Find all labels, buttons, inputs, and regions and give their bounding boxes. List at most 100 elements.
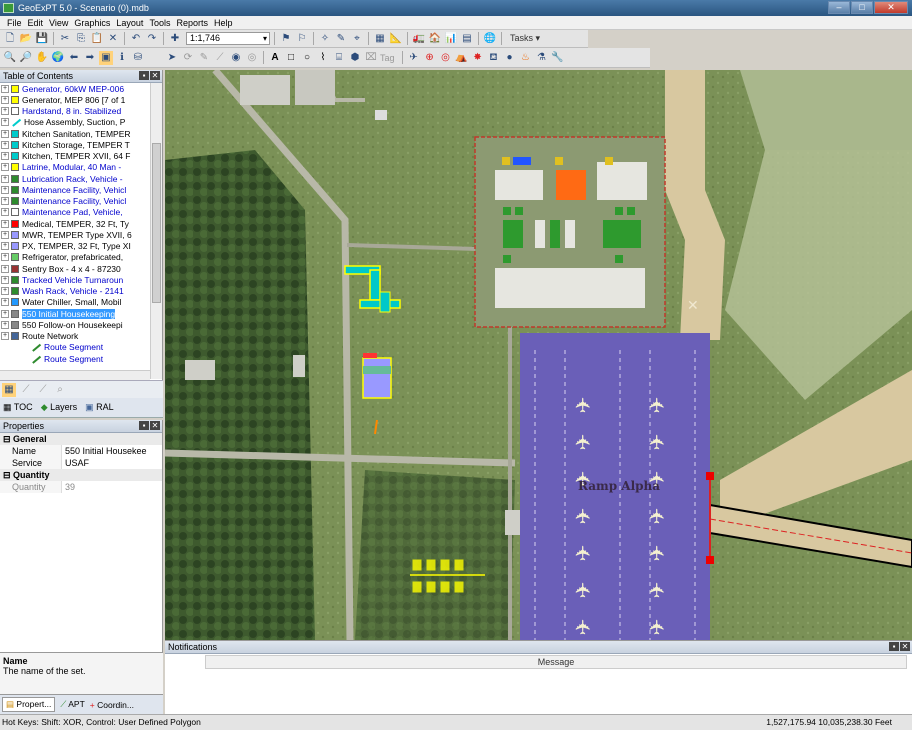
target-icon[interactable]: ◎ <box>439 51 453 65</box>
toc-item[interactable]: + Wash Rack, Vehicle - 2141 <box>0 286 150 297</box>
property-value[interactable]: USAF <box>62 457 162 469</box>
tab-properties[interactable]: ▤ Propert... <box>2 697 56 712</box>
expand-icon[interactable] <box>21 354 29 363</box>
toc-item[interactable]: + Maintenance Facility, Vehicl <box>0 196 150 207</box>
water-chiller[interactable] <box>513 157 531 165</box>
layer-tool-icon[interactable]: ⚑ <box>279 32 293 46</box>
expand-icon[interactable]: + <box>1 174 9 183</box>
facility[interactable] <box>565 220 575 248</box>
save-icon[interactable]: 💾 <box>35 32 49 46</box>
close-panel-icon[interactable]: ✕ <box>150 421 160 430</box>
facility[interactable] <box>495 170 543 200</box>
select-features-icon[interactable]: ▣ <box>99 50 113 65</box>
aircraft-icon[interactable]: ✈ <box>573 397 595 414</box>
aircraft-icon[interactable]: ✈ <box>647 434 669 451</box>
facility-hardstand[interactable] <box>495 268 645 308</box>
toc-item[interactable]: +550 Initial Housekeeping <box>0 308 150 319</box>
selection-handle[interactable] <box>706 472 714 480</box>
toc-item[interactable]: + Hose Assembly, Suction, P <box>0 117 150 128</box>
aircraft-icon[interactable]: ✈ <box>647 582 669 599</box>
airplane-icon[interactable]: ✈ <box>407 51 421 65</box>
fire-icon[interactable]: ♨ <box>519 51 533 65</box>
toc-item[interactable]: + Hardstand, 8 in. Stabilized <box>0 106 150 117</box>
expand-icon[interactable]: + <box>1 197 9 206</box>
bucket-icon[interactable]: ⛾ <box>487 51 501 65</box>
find-icon[interactable]: ⛁ <box>131 51 145 65</box>
expand-icon[interactable]: + <box>1 152 9 161</box>
close-panel-icon[interactable]: ✕ <box>150 71 160 80</box>
property-value[interactable]: 550 Initial Housekee <box>62 445 162 457</box>
tab-toc[interactable]: ▦ TOC <box>3 402 33 413</box>
undo-icon[interactable]: ↶ <box>129 32 143 46</box>
expand-icon[interactable]: + <box>1 253 9 262</box>
message-column-header[interactable]: Message <box>205 655 907 669</box>
mwr-px[interactable] <box>362 357 392 399</box>
toc-item[interactable]: + Route Network <box>0 331 150 342</box>
list-by-selection-icon[interactable]: ⌕ <box>53 383 67 397</box>
toc-item[interactable]: + Lubrication Rack, Vehicle - <box>0 173 150 184</box>
toc-item[interactable]: + Refrigerator, prefabricated, <box>0 252 150 263</box>
paste-icon[interactable]: 📋 <box>90 32 104 46</box>
line-tool-icon[interactable]: ⟋ <box>213 51 227 65</box>
table-icon[interactable]: ▤ <box>460 32 474 46</box>
stamp-icon[interactable]: ⬢ <box>348 51 362 65</box>
toc-horizontal-scrollbar[interactable] <box>0 370 150 380</box>
generator[interactable] <box>605 157 613 165</box>
toc-item[interactable]: Route Segment <box>0 342 150 353</box>
expand-icon[interactable] <box>21 343 29 352</box>
pin-icon[interactable]: ▪ <box>139 421 149 430</box>
rectangle-tool-icon[interactable]: □ <box>284 51 298 65</box>
report-icon[interactable]: 📊 <box>444 32 458 46</box>
spray-icon[interactable]: ⚗ <box>535 51 549 65</box>
redo-icon[interactable]: ↷ <box>145 32 159 46</box>
expand-icon[interactable]: + <box>1 95 9 104</box>
rotate-icon[interactable]: ⟳ <box>181 51 195 65</box>
new-file-icon[interactable]: 🗋 <box>3 32 17 46</box>
map-canvas[interactable]: ✕ ✈ ✈✈ ✈✈ ✈✈ ✈✈ ✈✈ ✈✈ ✈ Ramp Alpha <box>165 70 912 640</box>
menu-file[interactable]: File <box>4 18 25 28</box>
maximize-button[interactable]: □ <box>851 1 873 14</box>
facility-medical[interactable] <box>556 170 586 200</box>
cut-icon[interactable]: ✂ <box>58 32 72 46</box>
aircraft-icon[interactable]: ✈ <box>647 397 669 414</box>
aircraft-icon[interactable]: ✈ <box>573 619 595 636</box>
chart-icon[interactable]: ▦ <box>373 32 387 46</box>
aircraft-icon[interactable]: ✈ <box>647 545 669 562</box>
expand-icon[interactable]: + <box>1 320 9 329</box>
toc-item[interactable]: +550 Follow-on Housekeepi <box>0 319 150 330</box>
menu-tools[interactable]: Tools <box>146 18 173 28</box>
menu-layout[interactable]: Layout <box>113 18 146 28</box>
pin-icon[interactable]: ▪ <box>889 642 899 651</box>
toc-vertical-scrollbar[interactable] <box>150 83 162 379</box>
expand-icon[interactable]: + <box>1 84 9 93</box>
bomb-icon[interactable]: ● <box>503 51 517 65</box>
expand-icon[interactable]: + <box>1 242 9 251</box>
toc-item[interactable]: + Water Chiller, Small, Mobil <box>0 297 150 308</box>
bridge-icon[interactable]: ⌸ <box>332 51 346 65</box>
tent[interactable] <box>503 207 511 215</box>
property-row-name[interactable]: Name 550 Initial Housekee <box>0 445 162 457</box>
property-group-quantity[interactable]: ⊟ Quantity <box>0 469 162 481</box>
expand-icon[interactable]: + <box>1 118 9 127</box>
symbol-tool-icon[interactable]: ⚐ <box>295 32 309 46</box>
open-folder-icon[interactable]: 📂 <box>19 32 33 46</box>
tasks-dropdown[interactable]: Tasks ▾ <box>506 33 544 44</box>
pan-hand-icon[interactable]: ✋ <box>35 51 49 65</box>
facility[interactable] <box>550 220 560 248</box>
aircraft-icon[interactable]: ✈ <box>647 508 669 525</box>
aircraft-icon[interactable]: ✈ <box>573 582 595 599</box>
back-arrow-icon[interactable]: ⬅ <box>67 51 81 65</box>
map-scale-combo[interactable]: 1:1,746 <box>186 32 270 45</box>
expand-icon[interactable]: + <box>1 332 9 341</box>
edit-vertices-icon[interactable]: ✧ <box>318 32 332 46</box>
menu-view[interactable]: View <box>46 18 71 28</box>
delete-icon[interactable]: ✕ <box>106 32 120 46</box>
toc-item[interactable]: + Sentry Box - 4 x 4 - 87230 <box>0 263 150 274</box>
selection-handle[interactable] <box>706 556 714 564</box>
tab-layers[interactable]: ◆ Layers <box>41 402 77 413</box>
property-row-service[interactable]: Service USAF <box>0 457 162 469</box>
property-row-quantity[interactable]: Quantity 39 <box>0 481 162 493</box>
tab-apt[interactable]: ⟋ APT <box>60 699 84 710</box>
menu-edit[interactable]: Edit <box>25 18 47 28</box>
tag-icon[interactable]: ⌧ <box>364 51 378 65</box>
